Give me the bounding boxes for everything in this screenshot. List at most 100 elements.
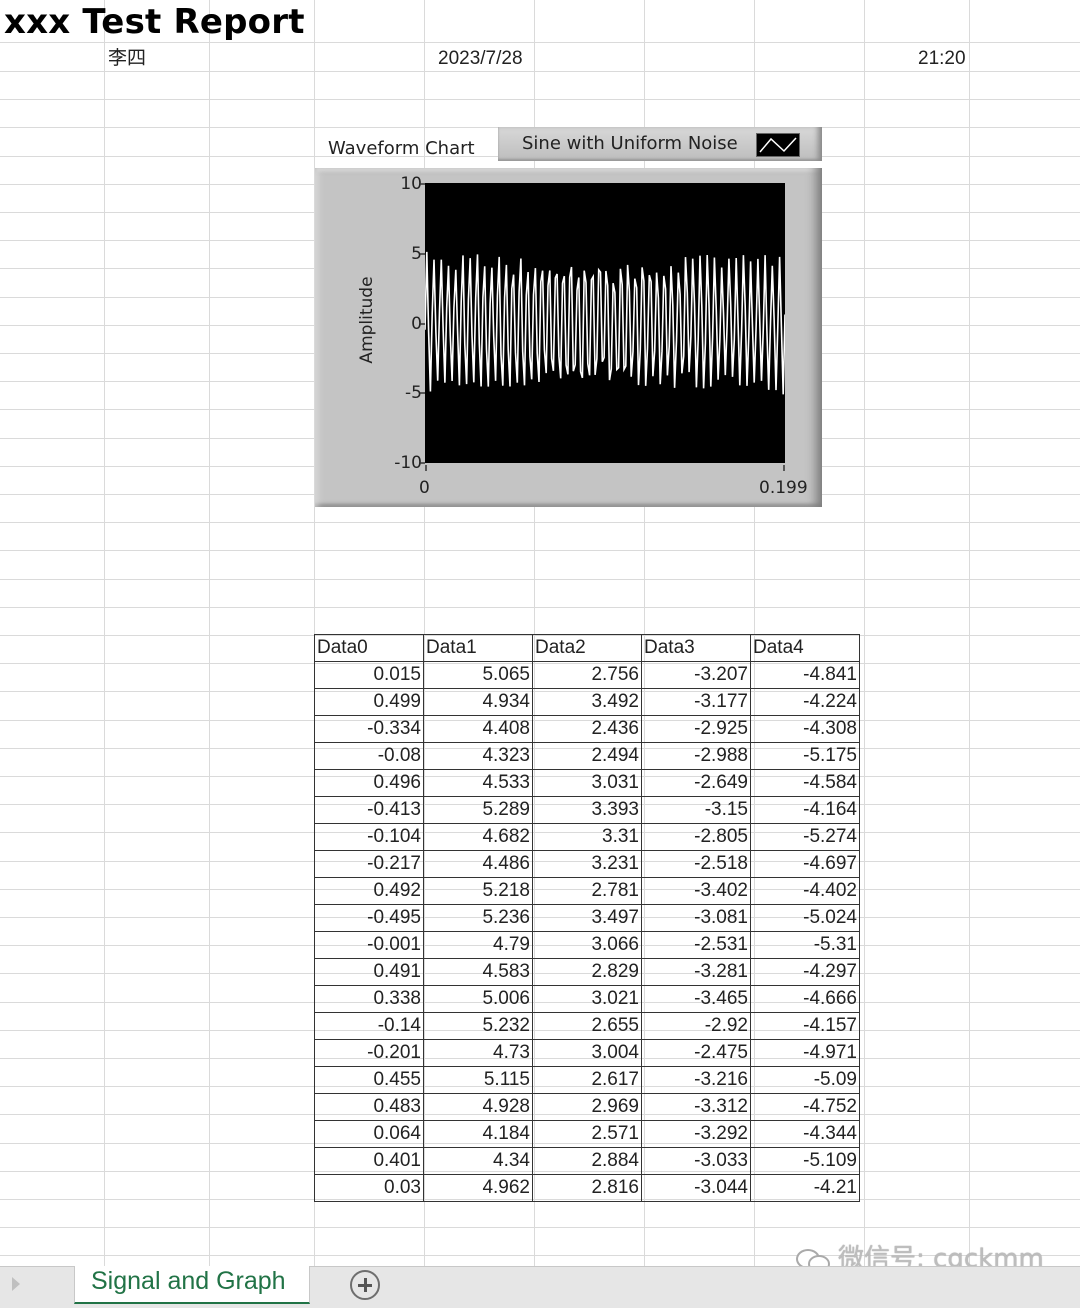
table-cell[interactable]: -2.92 xyxy=(641,1012,751,1040)
column-header[interactable]: Data3 xyxy=(641,634,751,662)
sheet-tab-signal-and-graph[interactable]: Signal and Graph xyxy=(74,1266,310,1304)
table-cell[interactable]: 2.655 xyxy=(532,1012,642,1040)
table-cell[interactable]: 3.31 xyxy=(532,823,642,851)
table-cell[interactable]: -4.697 xyxy=(750,850,860,878)
table-cell[interactable]: -0.14 xyxy=(314,1012,424,1040)
table-cell[interactable]: 3.021 xyxy=(532,985,642,1013)
column-header[interactable]: Data2 xyxy=(532,634,642,662)
table-cell[interactable]: -0.413 xyxy=(314,796,424,824)
table-cell[interactable]: 4.73 xyxy=(423,1039,533,1067)
table-cell[interactable]: 2.617 xyxy=(532,1066,642,1094)
table-cell[interactable]: 0.03 xyxy=(314,1174,424,1202)
table-cell[interactable]: -3.081 xyxy=(641,904,751,932)
table-cell[interactable]: 5.218 xyxy=(423,877,533,905)
table-cell[interactable]: -4.402 xyxy=(750,877,860,905)
table-cell[interactable]: -4.157 xyxy=(750,1012,860,1040)
table-cell[interactable]: -5.09 xyxy=(750,1066,860,1094)
table-cell[interactable]: -0.495 xyxy=(314,904,424,932)
table-cell[interactable]: 0.338 xyxy=(314,985,424,1013)
table-cell[interactable]: -3.216 xyxy=(641,1066,751,1094)
table-cell[interactable]: 4.682 xyxy=(423,823,533,851)
table-cell[interactable]: -4.344 xyxy=(750,1120,860,1148)
table-cell[interactable]: 5.065 xyxy=(423,661,533,689)
table-cell[interactable]: 0.491 xyxy=(314,958,424,986)
table-cell[interactable]: -5.175 xyxy=(750,742,860,770)
column-header[interactable]: Data1 xyxy=(423,634,533,662)
table-cell[interactable]: -4.308 xyxy=(750,715,860,743)
table-cell[interactable]: -4.666 xyxy=(750,985,860,1013)
table-cell[interactable]: -0.217 xyxy=(314,850,424,878)
table-cell[interactable]: -3.033 xyxy=(641,1147,751,1175)
table-cell[interactable]: 5.236 xyxy=(423,904,533,932)
table-cell[interactable]: -4.752 xyxy=(750,1093,860,1121)
table-cell[interactable]: -4.21 xyxy=(750,1174,860,1202)
table-cell[interactable]: 3.231 xyxy=(532,850,642,878)
table-cell[interactable]: 3.492 xyxy=(532,688,642,716)
table-cell[interactable]: -5.024 xyxy=(750,904,860,932)
table-cell[interactable]: 0.015 xyxy=(314,661,424,689)
table-cell[interactable]: -3.402 xyxy=(641,877,751,905)
table-cell[interactable]: -4.297 xyxy=(750,958,860,986)
table-cell[interactable]: 0.496 xyxy=(314,769,424,797)
table-cell[interactable]: 2.756 xyxy=(532,661,642,689)
table-cell[interactable]: 5.289 xyxy=(423,796,533,824)
table-cell[interactable]: 2.494 xyxy=(532,742,642,770)
table-cell[interactable]: -2.475 xyxy=(641,1039,751,1067)
table-cell[interactable]: -2.531 xyxy=(641,931,751,959)
table-cell[interactable]: -4.841 xyxy=(750,661,860,689)
table-cell[interactable]: 2.436 xyxy=(532,715,642,743)
plus-circle-icon[interactable] xyxy=(350,1270,380,1300)
column-header[interactable]: Data0 xyxy=(314,634,424,662)
table-cell[interactable]: 4.583 xyxy=(423,958,533,986)
table-cell[interactable]: -3.15 xyxy=(641,796,751,824)
author-cell[interactable]: 李四 xyxy=(108,45,146,73)
table-cell[interactable]: 0.492 xyxy=(314,877,424,905)
time-cell[interactable]: 21:20 xyxy=(918,45,966,73)
table-cell[interactable]: 5.232 xyxy=(423,1012,533,1040)
table-cell[interactable]: -3.292 xyxy=(641,1120,751,1148)
triangle-right-icon[interactable] xyxy=(12,1277,20,1291)
table-cell[interactable]: 4.928 xyxy=(423,1093,533,1121)
table-cell[interactable]: -2.649 xyxy=(641,769,751,797)
table-cell[interactable]: -3.207 xyxy=(641,661,751,689)
table-cell[interactable]: 2.571 xyxy=(532,1120,642,1148)
table-cell[interactable]: 3.393 xyxy=(532,796,642,824)
table-cell[interactable]: 4.184 xyxy=(423,1120,533,1148)
table-cell[interactable]: -4.584 xyxy=(750,769,860,797)
table-cell[interactable]: 4.934 xyxy=(423,688,533,716)
table-cell[interactable]: 3.497 xyxy=(532,904,642,932)
table-cell[interactable]: -3.465 xyxy=(641,985,751,1013)
table-cell[interactable]: -2.925 xyxy=(641,715,751,743)
table-cell[interactable]: -5.109 xyxy=(750,1147,860,1175)
table-cell[interactable]: -3.281 xyxy=(641,958,751,986)
table-cell[interactable]: 4.34 xyxy=(423,1147,533,1175)
table-cell[interactable]: -5.274 xyxy=(750,823,860,851)
table-cell[interactable]: 4.79 xyxy=(423,931,533,959)
date-cell[interactable]: 2023/7/28 xyxy=(438,45,523,73)
table-cell[interactable]: -0.001 xyxy=(314,931,424,959)
table-cell[interactable]: -5.31 xyxy=(750,931,860,959)
table-cell[interactable]: 2.816 xyxy=(532,1174,642,1202)
table-cell[interactable]: -3.044 xyxy=(641,1174,751,1202)
table-cell[interactable]: 3.004 xyxy=(532,1039,642,1067)
table-cell[interactable]: 3.031 xyxy=(532,769,642,797)
table-cell[interactable]: 5.006 xyxy=(423,985,533,1013)
table-cell[interactable]: -4.971 xyxy=(750,1039,860,1067)
table-cell[interactable]: -2.518 xyxy=(641,850,751,878)
table-cell[interactable]: 0.499 xyxy=(314,688,424,716)
table-cell[interactable]: -3.177 xyxy=(641,688,751,716)
table-cell[interactable]: -4.224 xyxy=(750,688,860,716)
table-cell[interactable]: -0.201 xyxy=(314,1039,424,1067)
table-cell[interactable]: -2.805 xyxy=(641,823,751,851)
table-cell[interactable]: -0.334 xyxy=(314,715,424,743)
table-cell[interactable]: 4.408 xyxy=(423,715,533,743)
table-cell[interactable]: -2.988 xyxy=(641,742,751,770)
table-cell[interactable]: 2.884 xyxy=(532,1147,642,1175)
table-cell[interactable]: -3.312 xyxy=(641,1093,751,1121)
table-cell[interactable]: 2.969 xyxy=(532,1093,642,1121)
table-cell[interactable]: 3.066 xyxy=(532,931,642,959)
table-cell[interactable]: 5.115 xyxy=(423,1066,533,1094)
column-header[interactable]: Data4 xyxy=(750,634,860,662)
table-cell[interactable]: 4.533 xyxy=(423,769,533,797)
table-cell[interactable]: 2.781 xyxy=(532,877,642,905)
